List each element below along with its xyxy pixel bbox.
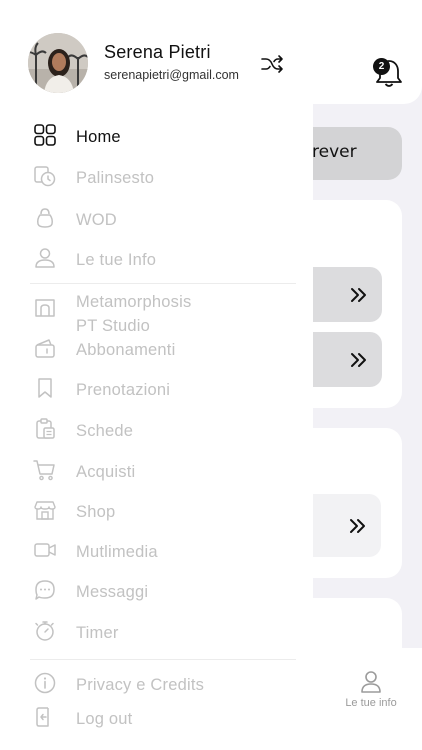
menu-item-messaggi[interactable]: Messaggi	[0, 574, 313, 606]
logout-icon	[36, 707, 49, 727]
user-icon	[35, 248, 55, 268]
menu-label: Abbonamenti	[76, 341, 176, 359]
notification-badge: 2	[373, 58, 390, 75]
menu-item-palinsesto[interactable]: Palinsesto	[0, 160, 313, 192]
double-chevron-right-icon	[351, 287, 366, 302]
cart-icon	[33, 460, 55, 481]
bookmark-icon	[38, 378, 52, 398]
double-chevron-right-icon	[350, 518, 365, 533]
avatar-photo	[28, 33, 88, 93]
primary-button-label: rever	[312, 142, 357, 162]
menu-label: Prenotazioni	[76, 381, 171, 399]
menu-label: Home	[76, 128, 121, 146]
menu-item-gym[interactable]: Metamorphosis PT Studio	[0, 290, 313, 336]
avatar[interactable]	[28, 33, 88, 93]
menu-item-prenotazioni[interactable]: Prenotazioni	[0, 372, 313, 404]
ticket-icon	[35, 339, 55, 358]
double-chevron-right-icon	[351, 352, 366, 367]
user-name: Serena Pietri	[104, 42, 211, 62]
menu-item-timer[interactable]: Timer	[0, 615, 313, 647]
kettlebell-icon	[37, 208, 53, 228]
store-icon	[34, 501, 56, 520]
tab-le-tue-info[interactable]: Le tue info	[330, 697, 412, 709]
user-email: serenapietri@gmail.com	[104, 68, 239, 82]
menu-label: Timer	[76, 624, 119, 642]
gym-name-line1: Metamorphosis	[76, 293, 192, 311]
menu-item-shop[interactable]: Shop	[0, 494, 313, 526]
menu-label: WOD	[76, 211, 117, 229]
divider	[30, 283, 296, 284]
menu-item-privacy[interactable]: Privacy e Credits	[0, 667, 313, 699]
menu-label: Messaggi	[76, 583, 149, 601]
navigation-drawer: Serena Pietri serenapietri@gmail.com Hom…	[0, 0, 313, 750]
menu-item-schede[interactable]: Schede	[0, 413, 313, 445]
chat-icon	[35, 580, 55, 600]
menu-item-logout[interactable]: Log out	[0, 701, 313, 733]
storefront-icon	[35, 299, 55, 317]
menu-item-acquisti[interactable]: Acquisti	[0, 454, 313, 486]
menu-item-home[interactable]: Home	[0, 119, 313, 151]
menu-label: Privacy e Credits	[76, 676, 205, 694]
menu-label: Shop	[76, 503, 116, 521]
menu-item-wod[interactable]: WOD	[0, 202, 313, 234]
divider	[30, 659, 296, 660]
user-icon[interactable]	[360, 670, 382, 694]
menu-item-le-tue-info[interactable]: Le tue Info	[0, 242, 313, 274]
schedule-icon	[34, 166, 56, 187]
video-icon	[34, 543, 56, 557]
menu-item-abbonamenti[interactable]: Abbonamenti	[0, 332, 313, 364]
menu-label: Le tue Info	[76, 251, 157, 269]
stopwatch-icon	[35, 621, 54, 641]
menu-item-multimedia[interactable]: Mutlimedia	[0, 534, 313, 566]
menu-label: Mutlimedia	[76, 543, 158, 561]
menu-label: Acquisti	[76, 463, 136, 481]
menu-label: Log out	[76, 710, 133, 728]
menu-label: Schede	[76, 422, 134, 440]
grid-icon	[34, 124, 56, 146]
switch-account-icon[interactable]	[260, 52, 284, 76]
menu-label: Palinsesto	[76, 169, 155, 187]
info-icon	[34, 672, 56, 694]
clipboard-icon	[36, 418, 55, 439]
